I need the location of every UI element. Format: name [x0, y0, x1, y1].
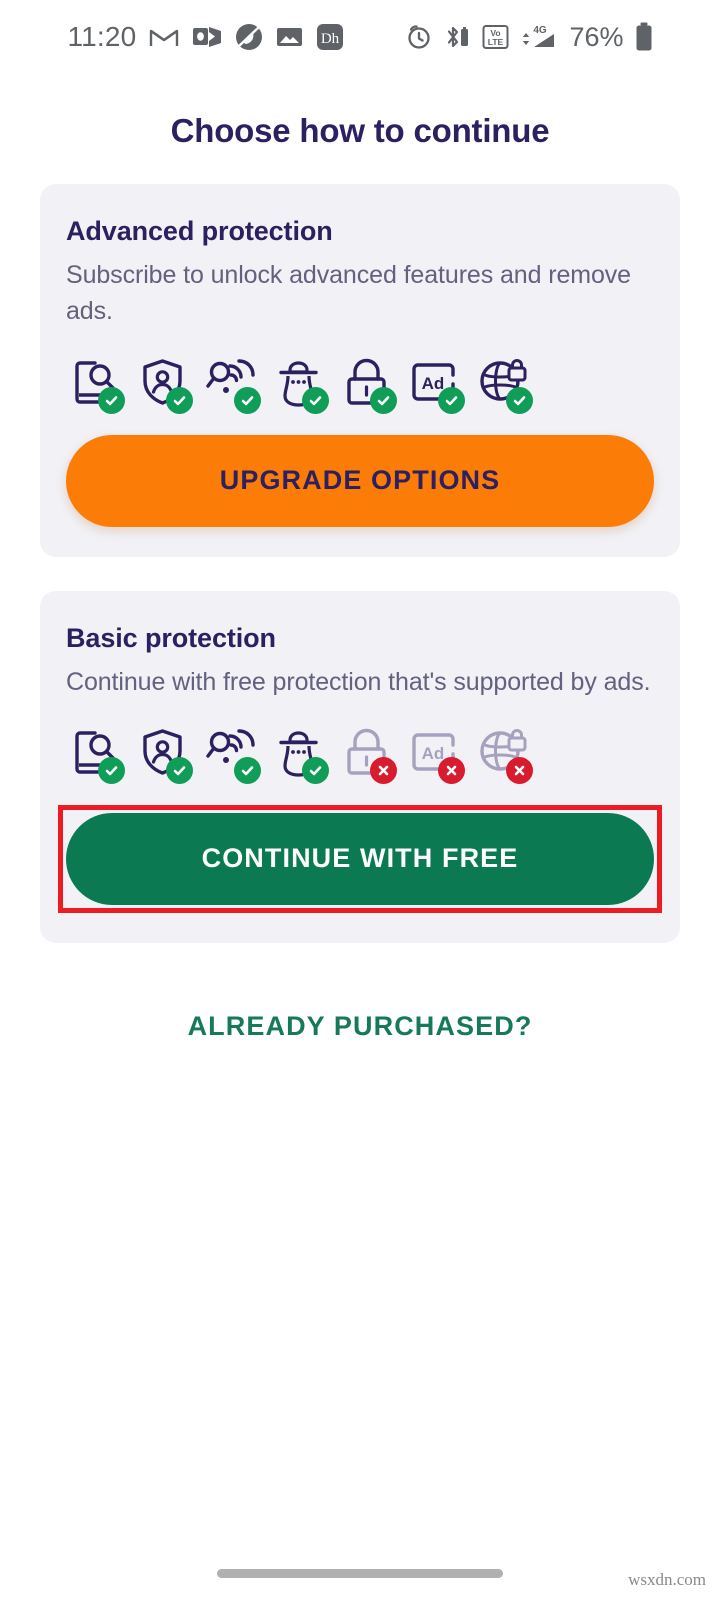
gallery-icon: [276, 25, 303, 49]
dh-app-icon: Dh: [316, 23, 344, 51]
app-lock-icon: [340, 726, 397, 784]
svg-text:4G: 4G: [534, 25, 548, 36]
basic-protection-card[interactable]: Basic protection Continue with free prot…: [40, 590, 680, 943]
gmail-icon: [149, 25, 179, 49]
identity-shield-icon: [136, 356, 193, 414]
status-time: 11:20: [67, 21, 137, 52]
check-badge-icon: [98, 386, 125, 414]
alarm-icon: [406, 24, 432, 50]
app-lock-icon: [340, 356, 397, 414]
check-badge-icon: [166, 756, 193, 784]
cross-badge-icon: [370, 756, 397, 784]
advanced-protection-description: Subscribe to unlock advanced features an…: [66, 261, 631, 326]
check-badge-icon: [166, 386, 193, 414]
volte-icon: Vo LTE: [482, 24, 509, 50]
advanced-feature-icon-row: Ad: [66, 356, 654, 414]
continue-with-free-highlight: CONTINUE WITH FREE: [58, 804, 662, 913]
svg-text:Dh: Dh: [321, 31, 340, 47]
upgrade-options-button[interactable]: UPGRADE OPTIONS: [66, 434, 654, 527]
check-badge-icon: [234, 756, 261, 784]
status-bar: 11:20 Dh Vo LTE 4G 76%: [0, 0, 720, 74]
device-scan-icon: [68, 356, 125, 414]
main-content: Advanced protection Subscribe to unlock …: [0, 184, 720, 1042]
page-title: Choose how to continue: [170, 112, 550, 149]
basic-protection-description: Continue with free protection that's sup…: [66, 667, 651, 696]
ad-block-icon: Ad: [408, 356, 465, 414]
wifi-scan-icon: [204, 356, 261, 414]
battery-percent-label: 76%: [569, 21, 624, 52]
check-badge-icon: [302, 386, 329, 414]
check-badge-icon: [370, 386, 397, 414]
status-bar-left: 11:20 Dh: [67, 21, 344, 53]
outlook-icon: [192, 24, 222, 50]
check-badge-icon: [438, 386, 465, 414]
bluetooth-icon: [443, 23, 471, 51]
status-bar-right: Vo LTE 4G 76%: [406, 22, 652, 53]
gesture-nav-bar[interactable]: [217, 1569, 503, 1578]
already-purchased-link[interactable]: ALREADY PURCHASED?: [40, 1011, 680, 1042]
ad-block-icon: Ad: [408, 726, 465, 784]
svg-text:LTE: LTE: [488, 37, 504, 47]
advanced-protection-title: Advanced protection: [66, 216, 333, 246]
check-badge-icon: [506, 386, 533, 414]
vpn-globe-lock-icon: [476, 726, 533, 784]
identity-shield-icon: [136, 726, 193, 784]
watermark-label: wsxdn.com: [628, 1570, 706, 1589]
check-badge-icon: [234, 386, 261, 414]
continue-with-free-button[interactable]: CONTINUE WITH FREE: [66, 812, 654, 905]
anti-spy-icon: [272, 356, 329, 414]
anti-spy-icon: [272, 726, 329, 784]
basic-feature-icon-row: Ad: [66, 726, 654, 784]
signal-4g-icon: 4G: [520, 23, 558, 51]
adblock-app-icon: [235, 23, 263, 51]
cross-badge-icon: [506, 756, 533, 784]
advanced-protection-card[interactable]: Advanced protection Subscribe to unlock …: [40, 184, 680, 557]
cross-badge-icon: [438, 756, 465, 784]
wifi-scan-icon: [204, 726, 261, 784]
basic-protection-title: Basic protection: [66, 622, 276, 653]
svg-text:Ad: Ad: [422, 744, 445, 763]
check-badge-icon: [98, 756, 125, 784]
check-badge-icon: [302, 756, 329, 784]
battery-icon: [635, 22, 653, 52]
svg-text:Ad: Ad: [422, 374, 445, 393]
device-scan-icon: [68, 726, 125, 784]
vpn-globe-lock-icon: [476, 356, 533, 414]
